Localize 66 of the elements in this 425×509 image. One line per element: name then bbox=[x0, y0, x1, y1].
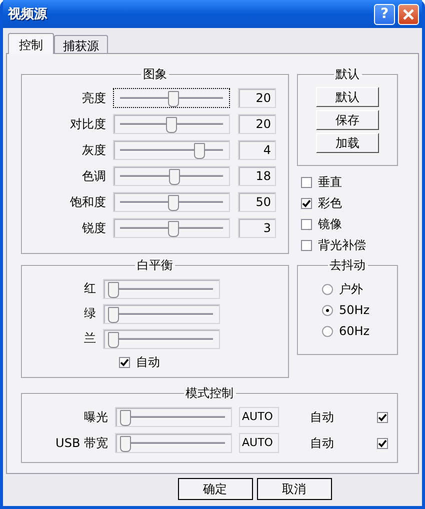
slider-label: 对比度 bbox=[69, 116, 106, 132]
checkbox-label: 垂直 bbox=[318, 174, 342, 190]
slider-thumb[interactable] bbox=[166, 117, 177, 133]
tab[interactable]: 捕获源 bbox=[54, 35, 108, 53]
slider-thumb[interactable] bbox=[168, 221, 178, 237]
radio-label: 60Hz bbox=[339, 324, 370, 338]
dialog-button[interactable]: 确定 bbox=[178, 478, 252, 500]
slider-thumb[interactable] bbox=[169, 169, 180, 185]
defaults-button[interactable]: 保存 bbox=[316, 110, 379, 130]
radio-label: 50Hz bbox=[339, 303, 370, 317]
value-field: 20 bbox=[238, 88, 276, 108]
slider-label: 灰度 bbox=[81, 142, 106, 158]
value-field: 18 bbox=[238, 166, 276, 186]
group-title: 默认 bbox=[334, 66, 360, 83]
slider-label: 锐度 bbox=[81, 220, 106, 236]
slider-label: 亮度 bbox=[81, 90, 106, 106]
radio-button[interactable] bbox=[322, 304, 333, 316]
checkbox[interactable] bbox=[301, 176, 312, 188]
window-title: 视频源 bbox=[8, 6, 48, 23]
tab[interactable]: 控制 bbox=[8, 33, 54, 54]
slider-label: 曝光 bbox=[83, 408, 108, 426]
checkbox-label: 镜像 bbox=[318, 216, 342, 232]
radio-button[interactable] bbox=[322, 326, 333, 336]
value-field: 20 bbox=[238, 114, 276, 134]
slider-thumb[interactable] bbox=[120, 410, 131, 426]
group-title: 白平衡 bbox=[136, 257, 174, 274]
defaults-button[interactable]: 默认 bbox=[316, 87, 379, 107]
defaults-button[interactable]: 加载 bbox=[316, 133, 379, 153]
slider-thumb[interactable] bbox=[120, 436, 131, 452]
checkbox[interactable] bbox=[301, 198, 312, 208]
slider[interactable] bbox=[113, 88, 230, 108]
slider-thumb[interactable] bbox=[108, 332, 119, 348]
checkbox[interactable] bbox=[377, 412, 388, 422]
slider-thumb[interactable] bbox=[168, 91, 178, 107]
slider-label: 红 bbox=[83, 280, 96, 297]
checkbox-label: 自动 bbox=[136, 354, 160, 370]
radio-button[interactable] bbox=[322, 284, 333, 294]
checkbox[interactable] bbox=[301, 240, 312, 250]
value-field: 3 bbox=[238, 218, 276, 238]
slider-thumb[interactable] bbox=[108, 306, 119, 322]
checkbox-label: 自动 bbox=[309, 408, 335, 426]
value-field: 50 bbox=[238, 192, 276, 212]
close-icon bbox=[403, 8, 414, 20]
radio-label: 户外 bbox=[339, 280, 363, 298]
dialog-button[interactable]: 取消 bbox=[256, 478, 332, 500]
slider-label: 绿 bbox=[83, 305, 96, 322]
checkbox[interactable] bbox=[119, 356, 130, 368]
slider-label: 色调 bbox=[81, 168, 106, 184]
value-field: 4 bbox=[238, 140, 276, 160]
group-title: 去抖动 bbox=[328, 257, 366, 274]
group-title: 图象 bbox=[142, 66, 168, 83]
slider-thumb[interactable] bbox=[108, 282, 119, 298]
group-title: 模式控制 bbox=[184, 385, 234, 402]
value-field: AUTO bbox=[239, 407, 279, 427]
checkbox-label: 自动 bbox=[309, 434, 335, 452]
slider-label: 饱和度 bbox=[69, 194, 106, 210]
slider-label: USB 带宽 bbox=[54, 434, 108, 452]
checkbox[interactable] bbox=[301, 218, 312, 230]
checkbox-label: 背光补偿 bbox=[318, 236, 366, 254]
checkbox[interactable] bbox=[377, 438, 388, 448]
slider-thumb[interactable] bbox=[168, 195, 178, 211]
slider-thumb[interactable] bbox=[194, 143, 206, 159]
close-button[interactable] bbox=[398, 4, 419, 24]
value-field: AUTO bbox=[239, 433, 279, 453]
checkbox-label: 彩色 bbox=[318, 194, 342, 212]
slider-label: 兰 bbox=[83, 330, 96, 347]
